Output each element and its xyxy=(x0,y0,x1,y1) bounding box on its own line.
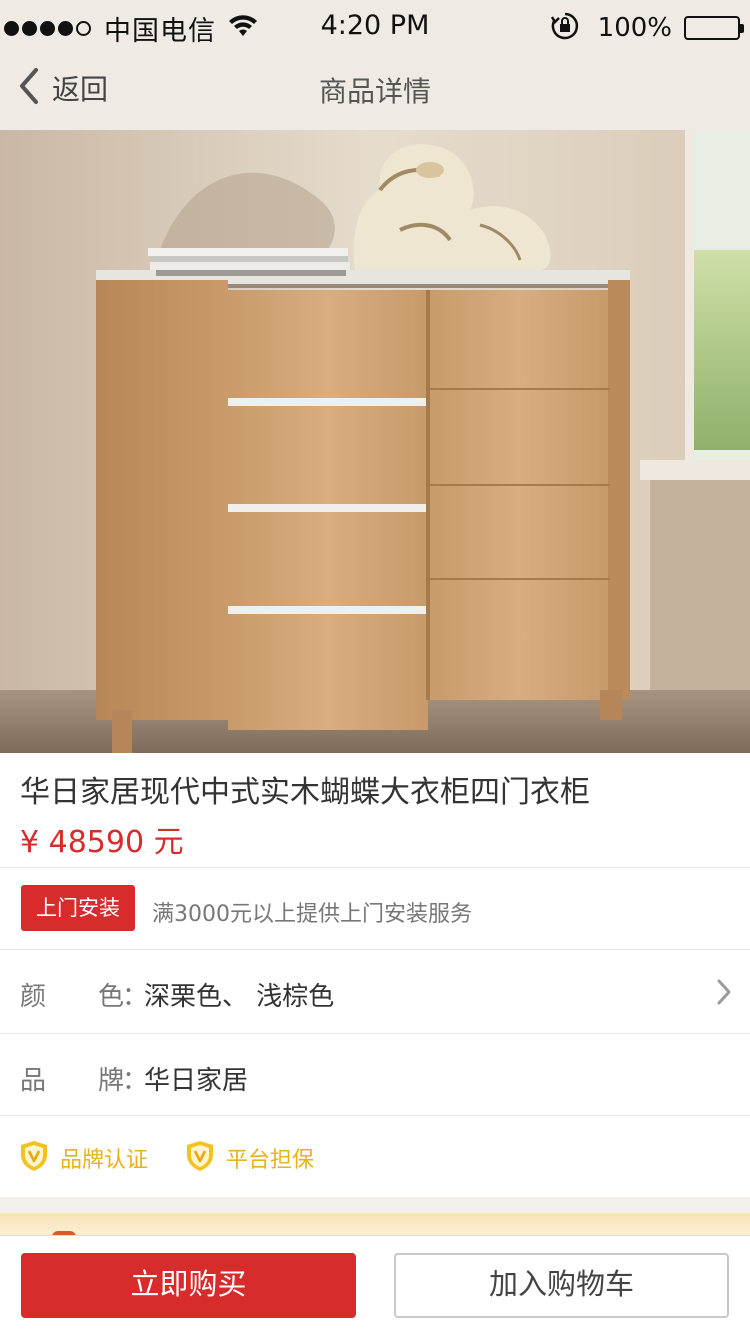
status-right: 100% xyxy=(550,8,744,48)
brand-value: 华日家居 xyxy=(144,1066,249,1096)
product-title: 华日家居现代中式实木蝴蝶大衣柜四门衣柜 xyxy=(20,775,590,810)
guarantee-brand-certified: 品牌认证 xyxy=(20,1140,148,1176)
install-service-row: 上门安装 满3000元以上提供上门安装服务 xyxy=(0,867,750,949)
product-price: ¥ 48590 元 xyxy=(20,825,184,860)
brand-label: 品 牌 xyxy=(20,1066,125,1096)
section-divider xyxy=(0,1197,750,1213)
guarantee-label: 平台担保 xyxy=(226,1148,315,1173)
rotation-lock-icon xyxy=(550,11,580,45)
guarantee-row: 品牌认证 平台担保 xyxy=(0,1115,750,1197)
page-title: 商品详情 xyxy=(318,75,431,108)
add-to-cart-button[interactable]: 加入购物车 xyxy=(394,1253,729,1318)
battery-percent: 100% xyxy=(597,13,672,43)
buy-now-button[interactable]: 立即购买 xyxy=(21,1253,356,1318)
color-value: 深栗色、 浅棕色 xyxy=(144,982,335,1012)
shield-v-icon xyxy=(186,1140,214,1176)
install-note: 满3000元以上提供上门安装服务 xyxy=(152,902,472,927)
shield-v-icon xyxy=(20,1140,48,1176)
color-selector-row[interactable]: 颜 色 ： 深栗色、 浅棕色 xyxy=(0,949,750,1033)
promo-strip xyxy=(0,1213,750,1239)
nav-bar: 返回 商品详情 xyxy=(0,56,750,130)
color-label: 颜 色 xyxy=(20,982,125,1012)
bottom-action-bar: 立即购买 加入购物车 xyxy=(0,1235,750,1334)
install-badge: 上门安装 xyxy=(21,885,135,931)
status-bar: 中国电信 4:20 PM 100% xyxy=(0,0,750,56)
chevron-right-icon xyxy=(716,978,732,1010)
guarantee-platform: 平台担保 xyxy=(186,1140,314,1176)
product-info: 华日家居现代中式实木蝴蝶大衣柜四门衣柜 ¥ 48590 元 xyxy=(0,753,750,867)
brand-row: 品 牌 ： 华日家居 xyxy=(0,1033,750,1115)
guarantee-label: 品牌认证 xyxy=(60,1148,149,1173)
battery-icon xyxy=(684,16,744,40)
product-image[interactable] xyxy=(0,130,750,753)
